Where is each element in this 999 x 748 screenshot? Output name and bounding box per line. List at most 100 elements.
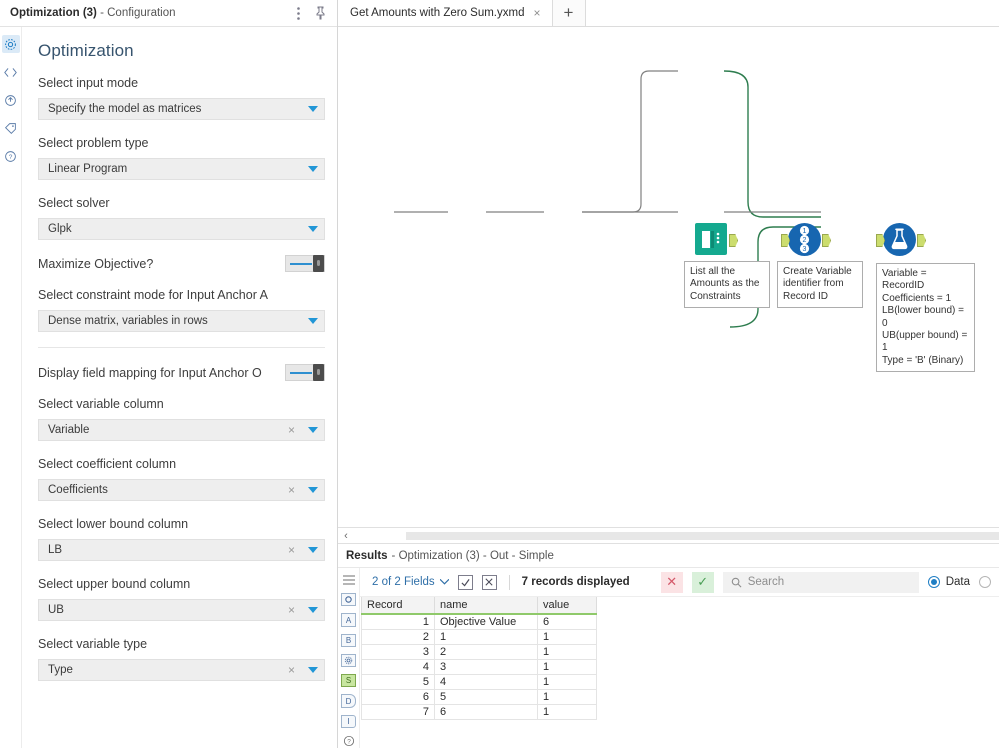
- anchor-icon-d[interactable]: D: [341, 694, 356, 708]
- select-lower-bound-column-value: LB: [48, 544, 63, 556]
- clear-icon[interactable]: ×: [288, 664, 295, 676]
- anchor-icon-o[interactable]: [341, 593, 356, 607]
- close-icon[interactable]: ×: [533, 7, 540, 19]
- table-row[interactable]: 5 4 1: [361, 673, 597, 690]
- configuration-titlebar: Optimization (3) - Configuration: [0, 0, 337, 27]
- select-input-mode[interactable]: Specify the model as matrices: [38, 98, 325, 120]
- cell-name: 5: [434, 688, 538, 705]
- tab-label: Get Amounts with Zero Sum.yxmd: [350, 7, 525, 19]
- svg-text:?: ?: [347, 739, 351, 746]
- clear-icon[interactable]: ×: [288, 544, 295, 556]
- select-problem-type[interactable]: Linear Program: [38, 158, 325, 180]
- chevron-down-icon: [308, 547, 318, 553]
- fields-dropdown[interactable]: 2 of 2 Fields: [372, 576, 449, 588]
- cell-name: 4: [434, 673, 538, 690]
- select-problem-type-value: Linear Program: [48, 163, 128, 175]
- results-grid[interactable]: Record name value 1 Objective Value 6 2 …: [360, 597, 999, 748]
- table-row[interactable]: 2 1 1: [361, 628, 597, 645]
- table-row[interactable]: 1 Objective Value 6: [361, 613, 597, 630]
- tag-icon[interactable]: [2, 119, 20, 137]
- results-help-icon[interactable]: ?: [341, 735, 356, 748]
- results-list-icon[interactable]: [341, 573, 356, 586]
- select-input-mode-value: Specify the model as matrices: [48, 103, 202, 115]
- cell-value: 1: [537, 658, 597, 675]
- select-solver[interactable]: Glpk: [38, 218, 325, 240]
- cell-value: 6: [537, 613, 597, 630]
- table-row[interactable]: 4 3 1: [361, 658, 597, 675]
- panel-title-main: Optimization (3): [10, 7, 97, 19]
- column-header-value[interactable]: value: [537, 597, 597, 615]
- select-variable-column[interactable]: Variable ×: [38, 419, 325, 441]
- anchor-icon-a[interactable]: A: [341, 613, 356, 627]
- results-subtitle: - Optimization (3) - Out - Simple: [391, 549, 554, 562]
- results-content: 2 of 2 Fields 7 records displayed ✕ ✓ Se…: [360, 568, 999, 748]
- clear-icon[interactable]: ×: [288, 424, 295, 436]
- select-lower-bound-column[interactable]: LB ×: [38, 539, 325, 561]
- chevron-down-icon: [308, 166, 318, 172]
- input-data-icon: [695, 223, 727, 255]
- cancel-button[interactable]: ✕: [660, 571, 683, 593]
- clear-icon[interactable]: ×: [288, 484, 295, 496]
- tab-strip: Get Amounts with Zero Sum.yxmd × +: [338, 0, 999, 27]
- edit-fields-button[interactable]: [457, 574, 473, 590]
- toggle-track: [290, 262, 312, 265]
- anchor-icon-i[interactable]: I: [341, 714, 356, 728]
- search-input[interactable]: Search: [722, 571, 919, 593]
- toggle-display-field-mapping[interactable]: [285, 364, 325, 381]
- label-constraint-mode: Select constraint mode for Input Anchor …: [38, 288, 268, 302]
- clear-fields-button[interactable]: [481, 574, 497, 590]
- annotation-icon[interactable]: [2, 91, 20, 109]
- anchor-icon-b[interactable]: B: [341, 633, 356, 647]
- workflow-canvas[interactable]: List all the Amounts as the Constraints …: [338, 27, 999, 527]
- splitter-track[interactable]: [406, 532, 999, 540]
- toggle-knob: [313, 255, 324, 272]
- toggle-maximize-objective[interactable]: [285, 255, 325, 272]
- label-upper-bound-column: Select upper bound column: [38, 577, 191, 591]
- code-icon[interactable]: [2, 63, 20, 81]
- collapse-icon[interactable]: ‹: [338, 530, 354, 542]
- formula-node[interactable]: [883, 223, 916, 261]
- radio-metadata-indicator[interactable]: [979, 576, 991, 588]
- results-main: A B S D I ? 2 of 2 Fields 7 records disp…: [338, 568, 999, 748]
- svg-text:?: ?: [9, 154, 13, 161]
- annotation-constraints: List all the Amounts as the Constraints: [684, 261, 770, 309]
- record-id-node[interactable]: 1 2 3: [788, 223, 821, 261]
- column-header-name[interactable]: name: [434, 597, 538, 615]
- select-variable-type[interactable]: Type ×: [38, 659, 325, 681]
- select-upper-bound-column[interactable]: UB ×: [38, 599, 325, 621]
- table-row[interactable]: 3 2 1: [361, 643, 597, 660]
- cell-name: 1: [434, 628, 538, 645]
- column-header-record[interactable]: Record: [361, 597, 435, 615]
- configuration-panel: Optimization (3) - Configuration ? Optim…: [0, 0, 338, 748]
- select-solver-value: Glpk: [48, 223, 72, 235]
- data-view-radio[interactable]: Data: [927, 576, 970, 588]
- results-splitter[interactable]: ‹: [338, 527, 999, 543]
- fields-dropdown-label: 2 of 2 Fields: [372, 576, 435, 588]
- section-divider: [38, 347, 325, 348]
- help-icon[interactable]: ?: [2, 147, 20, 165]
- chevron-down-icon: [308, 667, 318, 673]
- anchor-icon-q[interactable]: [341, 653, 356, 668]
- label-variable-type: Select variable type: [38, 637, 148, 651]
- tab-workflow[interactable]: Get Amounts with Zero Sum.yxmd ×: [338, 0, 553, 26]
- label-problem-type: Select problem type: [38, 136, 149, 150]
- table-row[interactable]: 7 6 1: [361, 703, 597, 720]
- pin-icon[interactable]: [311, 4, 329, 22]
- search-icon: [731, 577, 742, 587]
- input-data-node-constraints[interactable]: [695, 223, 727, 260]
- anchor-icon-s[interactable]: S: [341, 674, 356, 688]
- gear-icon[interactable]: [1, 35, 20, 53]
- clear-icon[interactable]: ×: [288, 604, 295, 616]
- radio-data-indicator: [927, 576, 940, 588]
- select-constraint-mode[interactable]: Dense matrix, variables in rows: [38, 310, 325, 332]
- config-icon-rail: ?: [0, 27, 22, 748]
- cell-record: 6: [361, 688, 435, 705]
- add-tab-button[interactable]: +: [552, 0, 586, 26]
- kebab-menu-icon[interactable]: [289, 4, 307, 22]
- chevron-down-icon: [439, 579, 449, 585]
- confirm-button[interactable]: ✓: [691, 571, 714, 593]
- select-coefficient-column[interactable]: Coefficients ×: [38, 479, 325, 501]
- table-header-row: Record name value: [361, 597, 597, 615]
- table-row[interactable]: 6 5 1: [361, 688, 597, 705]
- select-upper-bound-column-value: UB: [48, 604, 64, 616]
